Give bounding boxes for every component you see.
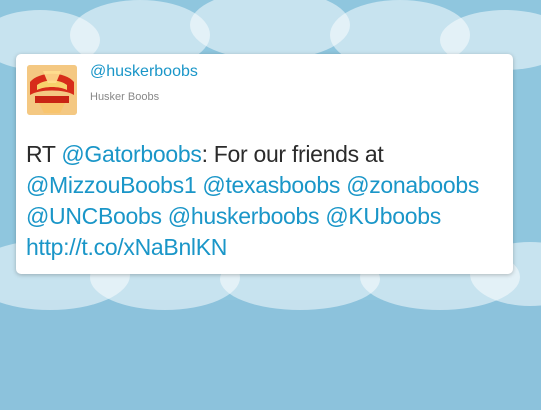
mention-huskerboobs[interactable]: @huskerboobs (168, 203, 320, 229)
tweet-url-link[interactable]: http://t.co/xNaBnlKN (26, 234, 227, 260)
sky-lower-band (0, 300, 541, 410)
tweet-rt-prefix: RT (26, 141, 62, 167)
mention-gatorboobs[interactable]: @Gatorboobs (61, 141, 202, 167)
mention-mizzouboobs1[interactable]: @MizzouBoobs1 (26, 172, 197, 198)
tweet-author-display-name: Husker Boobs (90, 91, 160, 103)
cloud-shape (190, 0, 350, 60)
tweet-text: RT @Gatorboobs: For our friends at @Mizz… (26, 139, 506, 263)
mention-uncboobs[interactable]: @UNCBoobs (26, 203, 162, 229)
tweet-card: @huskerboobs Husker Boobs RT @Gatorboobs… (16, 54, 513, 274)
nebraska-logo-avatar-icon[interactable] (27, 65, 77, 115)
tweet-text-body: : For our friends at (201, 141, 384, 167)
tweet-author-handle[interactable]: @huskerboobs (90, 63, 198, 81)
mention-kuboobs[interactable]: @KUboobs (325, 203, 441, 229)
mention-zonaboobs[interactable]: @zonaboobs (346, 172, 479, 198)
mention-texasboobs[interactable]: @texasboobs (202, 172, 340, 198)
